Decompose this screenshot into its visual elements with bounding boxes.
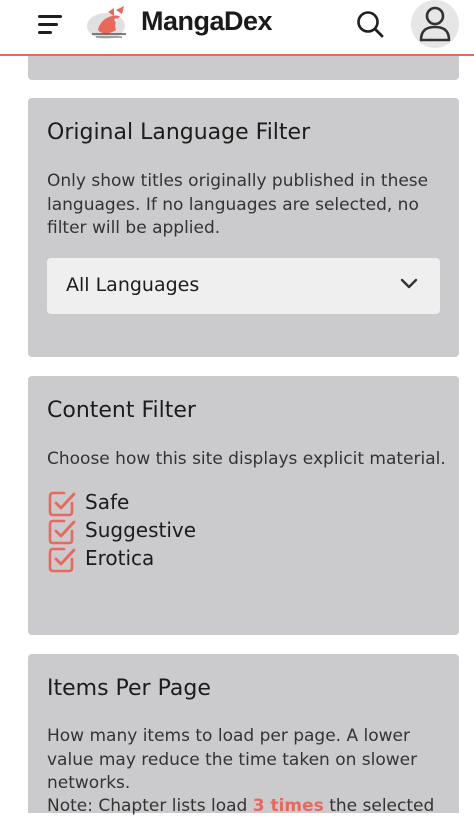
hamburger-menu-icon[interactable] [38, 13, 66, 35]
chevron-down-icon [400, 278, 418, 289]
top-nav-bar: MangaDex [0, 0, 474, 56]
user-icon [419, 6, 451, 42]
language-filter-description: Only show titles originally published in… [47, 171, 429, 238]
note-text: Note: Chapter lists load [47, 796, 253, 816]
checkbox-label: Erotica [85, 546, 155, 570]
user-avatar-button[interactable] [411, 0, 459, 48]
checked-checkbox-icon [48, 519, 76, 545]
items-per-page-description: How many items to load per page. A lower… [47, 726, 418, 793]
items-per-page-note: Note: Chapter lists load 3 times the sel… [47, 795, 447, 819]
brand-name[interactable]: MangaDex [141, 6, 273, 37]
language-filter-card: Original Language Filter Only show title… [28, 98, 459, 357]
checked-checkbox-icon [48, 491, 76, 517]
items-per-page-title: Items Per Page [47, 676, 211, 701]
note-highlight: 3 times [252, 796, 324, 816]
content-filter-description: Choose how this site displays explicit m… [47, 449, 446, 469]
language-filter-title: Original Language Filter [47, 120, 311, 145]
language-select[interactable]: All Languages [47, 258, 440, 314]
content-filter-card: Content Filter Choose how this site disp… [28, 376, 459, 635]
mangadex-logo-icon[interactable] [86, 4, 132, 44]
language-select-value: All Languages [66, 274, 200, 296]
checkbox-label: Safe [85, 490, 130, 514]
checkbox-label: Suggestive [85, 518, 197, 542]
items-per-page-card: Items Per Page How many items to load pe… [28, 654, 459, 816]
search-icon[interactable] [355, 9, 385, 39]
content-filter-title: Content Filter [47, 398, 196, 423]
note-text-suffix: the selected [323, 796, 435, 816]
checked-checkbox-icon [48, 547, 76, 573]
